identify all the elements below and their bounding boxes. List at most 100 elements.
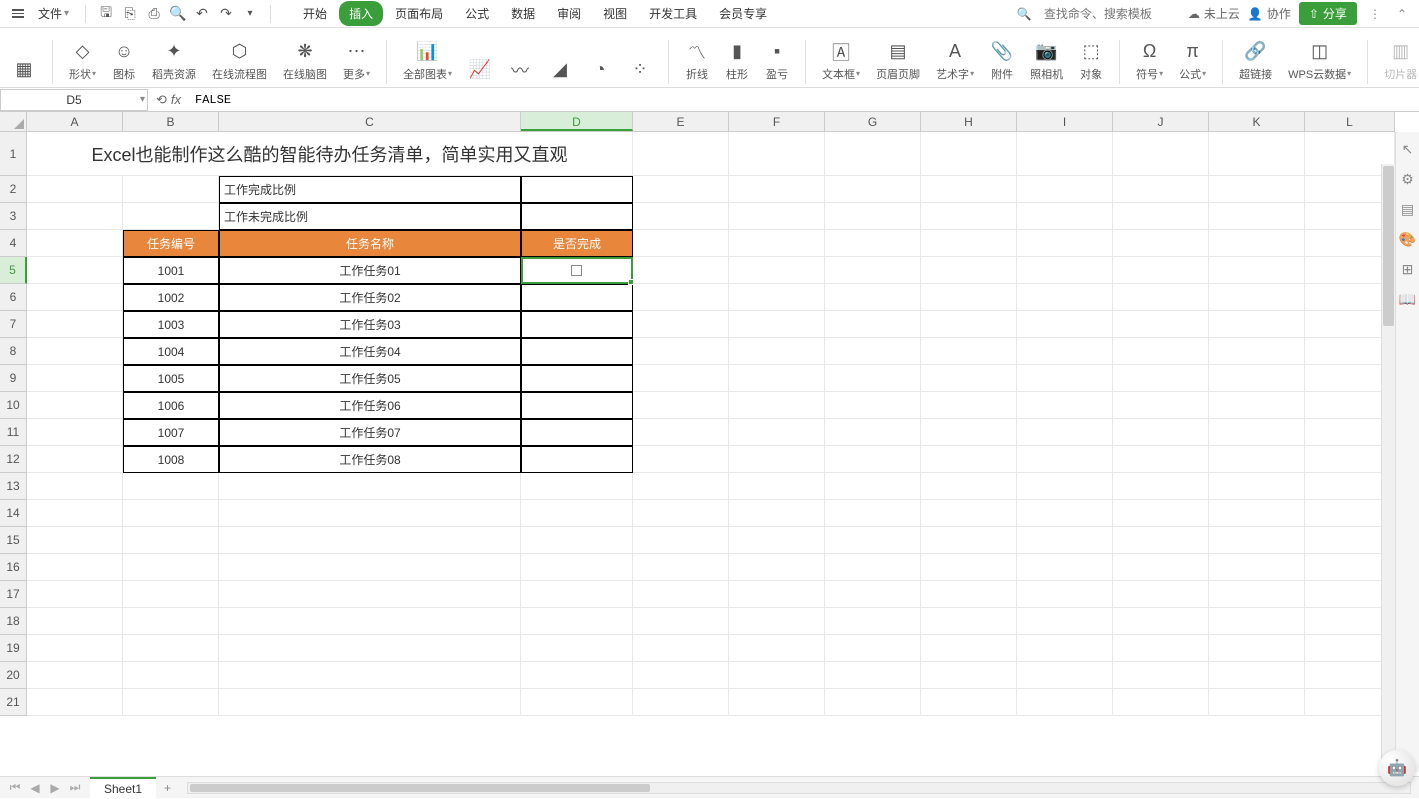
cell[interactable] [27, 662, 123, 689]
cell[interactable] [1209, 284, 1305, 311]
cell[interactable] [633, 689, 729, 716]
col-header-B[interactable]: B [123, 112, 219, 131]
cell[interactable] [1017, 338, 1113, 365]
ribbon-camera[interactable]: 📷照相机 [1024, 32, 1069, 84]
cell[interactable] [27, 581, 123, 608]
cell[interactable] [1209, 662, 1305, 689]
row-header-4[interactable]: 4 [0, 230, 27, 257]
chevron-down-icon[interactable]: ▾ [140, 94, 145, 105]
sheet-tab-1[interactable]: Sheet1 [90, 777, 156, 799]
cell[interactable] [921, 419, 1017, 446]
cell[interactable] [219, 473, 521, 500]
ribbon-area-chart[interactable]: ◢ [542, 32, 578, 84]
cell[interactable] [1113, 419, 1209, 446]
ribbon-sparkline-column[interactable]: ▮柱形 [719, 32, 755, 84]
row-header-8[interactable]: 8 [0, 338, 27, 365]
collapse-ribbon-icon[interactable]: ⌃ [1393, 7, 1411, 21]
checkbox-control[interactable] [571, 265, 582, 276]
cell[interactable] [921, 284, 1017, 311]
cell[interactable] [27, 608, 123, 635]
cell[interactable] [1017, 608, 1113, 635]
cell[interactable] [1113, 392, 1209, 419]
cell[interactable] [27, 311, 123, 338]
cell[interactable] [219, 581, 521, 608]
cell[interactable] [1113, 203, 1209, 230]
cell[interactable] [825, 662, 921, 689]
cell[interactable] [1017, 581, 1113, 608]
cell[interactable] [521, 608, 633, 635]
tab-view[interactable]: 视图 [593, 1, 637, 26]
ribbon-formula[interactable]: π公式 [1173, 32, 1212, 84]
cell[interactable] [921, 500, 1017, 527]
cell[interactable] [123, 662, 219, 689]
cell[interactable] [123, 500, 219, 527]
search-input[interactable] [1040, 4, 1180, 24]
ribbon-allcharts[interactable]: 📊全部图表 [397, 32, 458, 84]
cell[interactable] [1113, 338, 1209, 365]
cell[interactable] [633, 230, 729, 257]
cell[interactable] [27, 473, 123, 500]
cell[interactable] [1017, 527, 1113, 554]
cell[interactable] [729, 284, 825, 311]
row-header-13[interactable]: 13 [0, 473, 27, 500]
tab-insert[interactable]: 插入 [339, 1, 383, 26]
cell[interactable] [729, 176, 825, 203]
ribbon-gallery[interactable]: ✦稻壳资源 [146, 32, 202, 84]
cell[interactable] [1113, 527, 1209, 554]
row-header-5[interactable]: 5 [0, 257, 27, 284]
cell-C2[interactable]: 工作完成比例 [219, 176, 521, 203]
panel-book-icon[interactable]: 📖 [1399, 290, 1417, 308]
tab-start[interactable]: 开始 [293, 1, 337, 26]
panel-format-icon[interactable]: ▤ [1399, 200, 1417, 218]
col-header-G[interactable]: G [825, 112, 921, 131]
cell[interactable] [1017, 311, 1113, 338]
cell[interactable] [825, 132, 921, 176]
cell-title[interactable]: Excel也能制作这么酷的智能待办任务清单，简单实用又直观 [27, 132, 633, 176]
row-header-21[interactable]: 21 [0, 689, 27, 716]
cell[interactable] [1209, 446, 1305, 473]
col-header-I[interactable]: I [1017, 112, 1113, 131]
row-header-1[interactable]: 1 [0, 132, 27, 176]
cell[interactable] [729, 419, 825, 446]
cell[interactable] [921, 608, 1017, 635]
cell[interactable] [825, 527, 921, 554]
cell[interactable] [1113, 608, 1209, 635]
cell[interactable] [521, 689, 633, 716]
col-header-J[interactable]: J [1113, 112, 1209, 131]
cell[interactable] [633, 311, 729, 338]
cell-B5[interactable]: 1001 [123, 257, 219, 284]
ribbon-shapes[interactable]: ◇形状 [63, 32, 102, 84]
cell-C9[interactable]: 工作任务05 [219, 365, 521, 392]
cell[interactable] [1017, 689, 1113, 716]
cell-C10[interactable]: 工作任务06 [219, 392, 521, 419]
cell[interactable] [1113, 446, 1209, 473]
cell[interactable] [633, 473, 729, 500]
cell[interactable] [921, 338, 1017, 365]
cell[interactable] [729, 662, 825, 689]
cell[interactable] [921, 176, 1017, 203]
cell[interactable] [825, 230, 921, 257]
cell[interactable] [729, 608, 825, 635]
cell[interactable] [521, 635, 633, 662]
cell-D10[interactable] [521, 392, 633, 419]
cloud-status[interactable]: ☁未上云 [1188, 5, 1240, 22]
cell-D9[interactable] [521, 365, 633, 392]
cell[interactable] [1209, 527, 1305, 554]
cell-C8[interactable]: 工作任务04 [219, 338, 521, 365]
cell[interactable] [1113, 365, 1209, 392]
cell[interactable] [27, 230, 123, 257]
panel-settings-icon[interactable]: ⚙ [1399, 170, 1417, 188]
cell[interactable] [825, 365, 921, 392]
row-header-17[interactable]: 17 [0, 581, 27, 608]
cell-D7[interactable] [521, 311, 633, 338]
tab-devtools[interactable]: 开发工具 [639, 1, 707, 26]
cell-B6[interactable]: 1002 [123, 284, 219, 311]
fx-icon[interactable]: fx [171, 92, 181, 107]
cell[interactable] [27, 176, 123, 203]
cell[interactable] [921, 581, 1017, 608]
cell[interactable] [729, 635, 825, 662]
ribbon-line-chart[interactable]: 〰 [502, 32, 538, 84]
cell[interactable] [825, 257, 921, 284]
row-header-7[interactable]: 7 [0, 311, 27, 338]
cell[interactable] [1209, 635, 1305, 662]
